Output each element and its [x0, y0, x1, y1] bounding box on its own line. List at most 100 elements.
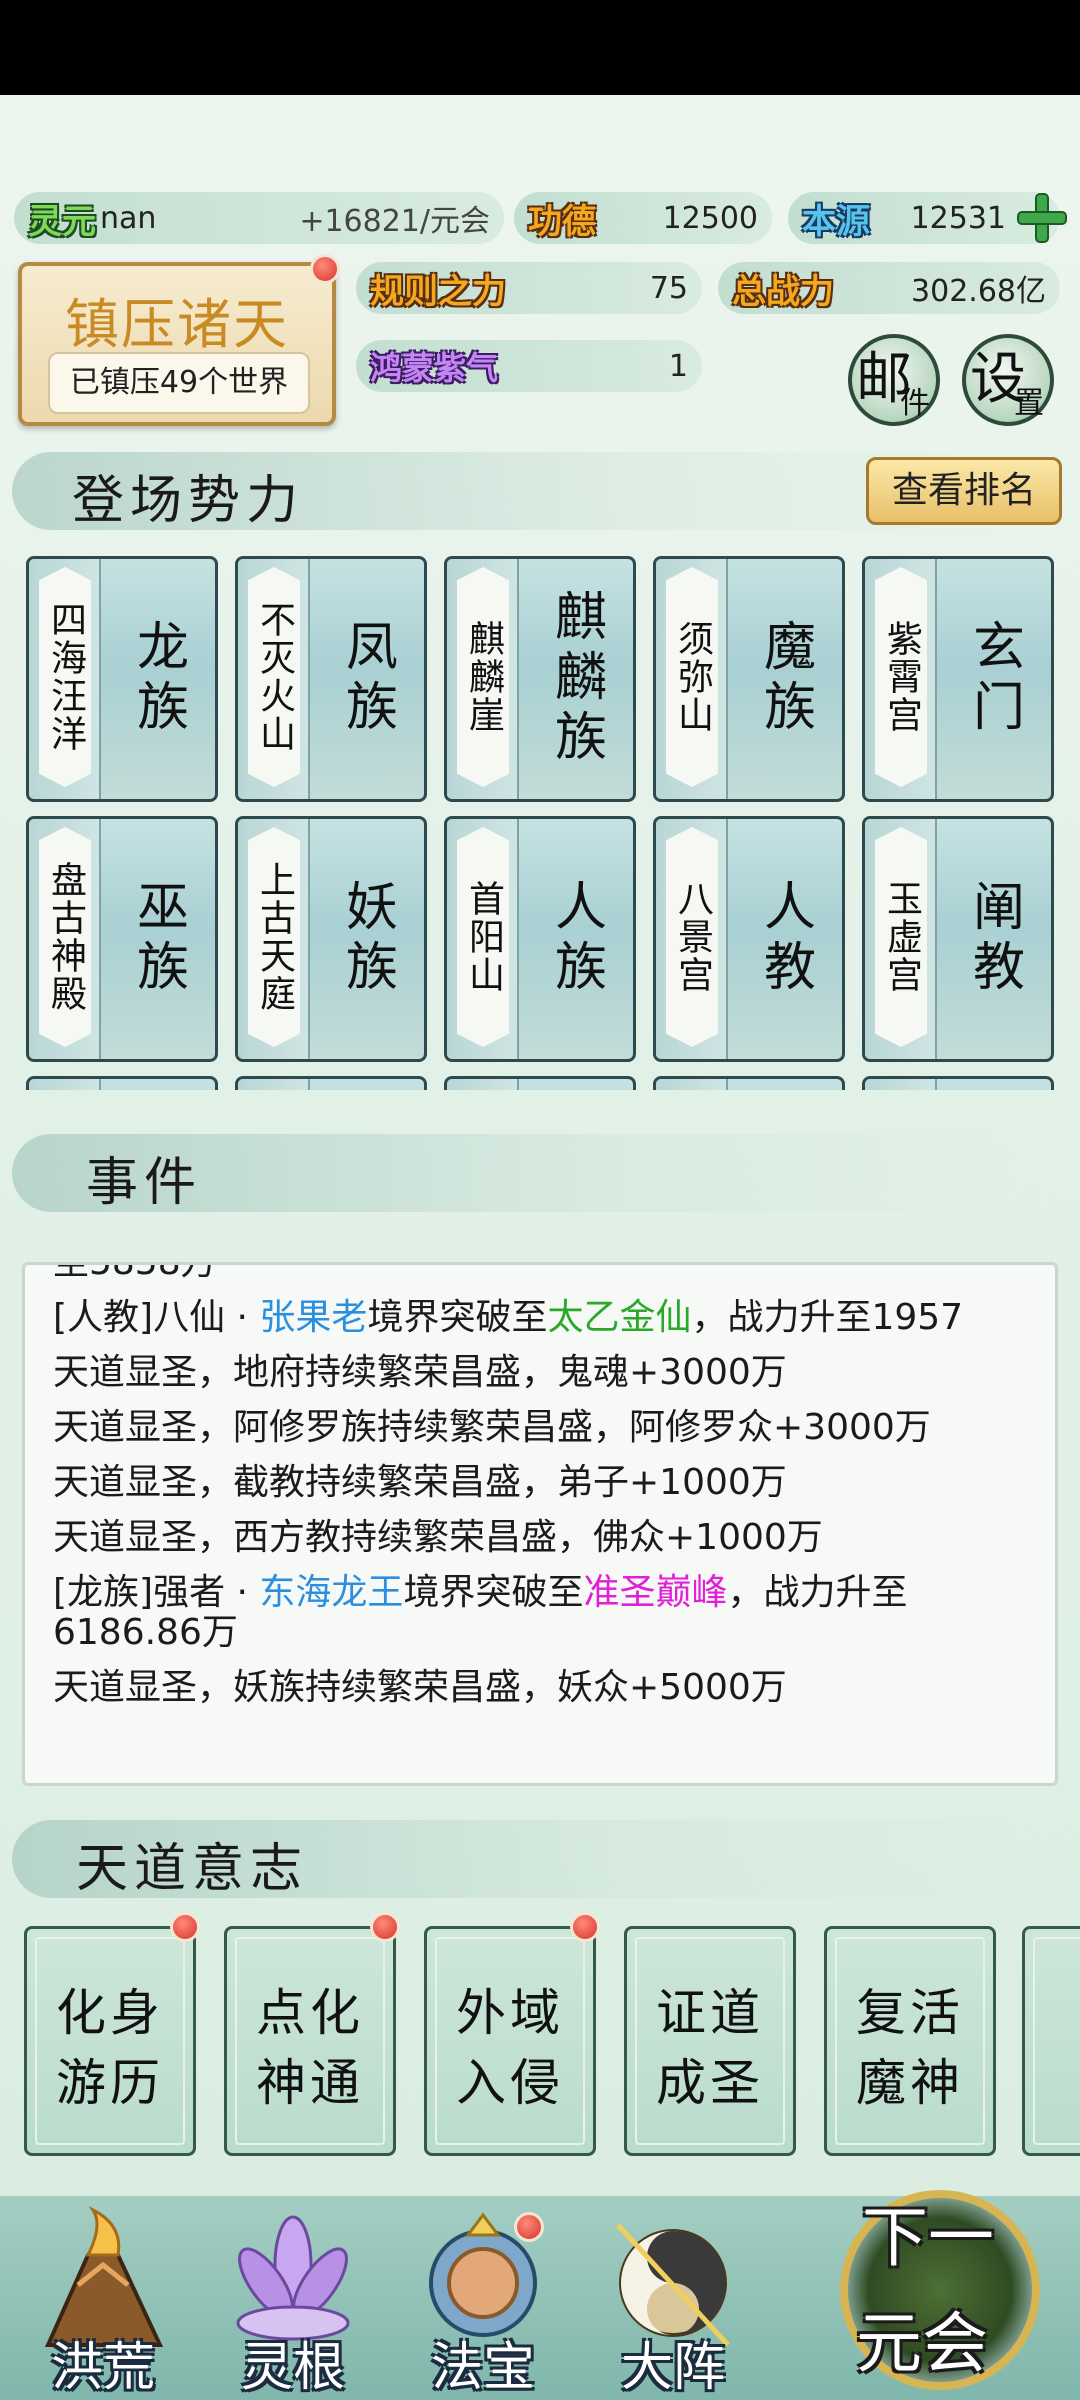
- faction-place: 须弥山: [672, 620, 713, 734]
- faction-name-area: 麒麟族: [519, 559, 633, 799]
- event-line: 天道显圣，西方教持续繁荣昌盛，佛众+1000万: [53, 1518, 1031, 1558]
- event-line: 至5858万: [53, 1265, 1031, 1283]
- faction-place: 首阳山: [463, 880, 504, 994]
- notification-badge: [570, 1912, 600, 1942]
- nav-label: 洪荒: [50, 2338, 155, 2398]
- will-card-label-bottom: 入侵: [456, 2054, 564, 2112]
- will-card[interactable]: 证道 成圣: [624, 1926, 796, 2156]
- notification-badge: [310, 254, 340, 284]
- faction-card-xuanmen[interactable]: 紫霄宫 玄门: [862, 556, 1054, 802]
- add-benyuan-button[interactable]: [1014, 190, 1070, 246]
- lingyuan-pill[interactable]: 灵元 nan +16821/元会: [14, 192, 504, 244]
- faction-name: 人族: [545, 879, 606, 999]
- character-name: 张果老: [259, 1297, 368, 1338]
- gongde-value: 12500: [662, 200, 758, 236]
- faction-name-area: 妖族: [310, 819, 424, 1059]
- factions-title: 登场势力: [72, 471, 305, 531]
- will-card[interactable]: 外域 入侵: [424, 1926, 596, 2156]
- faction-name-area: 玄门: [937, 559, 1051, 799]
- faction-place-tag: 不灭火山: [248, 567, 300, 787]
- guize-label: 规则之力: [370, 271, 506, 312]
- notification-badge: [170, 1912, 200, 1942]
- will-card-label-bottom: 游历: [56, 2054, 164, 2112]
- view-ranking-button[interactable]: 查看排名: [866, 457, 1062, 525]
- faction-card-partial[interactable]: [653, 1076, 845, 1090]
- faction-place: 玉虚宫: [881, 880, 922, 994]
- nav-linggen[interactable]: 灵根: [208, 2205, 378, 2400]
- faction-card-partial[interactable]: [26, 1076, 218, 1090]
- settings-label-small: 置: [1014, 386, 1044, 421]
- hongmeng-value: 1: [668, 348, 688, 384]
- faction-name-area: 魔族: [728, 559, 842, 799]
- faction-card-wuzu[interactable]: 盘古神殿 巫族: [26, 816, 218, 1062]
- faction-place-tag: 须弥山: [666, 567, 718, 787]
- nav-dazhen[interactable]: 大阵: [588, 2205, 758, 2400]
- events-log[interactable]: 至5858万 [人教]八仙 · 张果老境界突破至太乙金仙，战力升至1957 天道显圣…: [22, 1262, 1058, 1786]
- plus-icon: [1017, 193, 1067, 243]
- will-title: 天道意志: [76, 1839, 309, 1899]
- faction-place-tag: 紫霄宫: [875, 567, 927, 787]
- next-era-label-top: 下一: [862, 2199, 994, 2276]
- event-line: 天道显圣，妖族持续繁荣昌盛，妖众+5000万: [53, 1668, 1031, 1708]
- notification-badge: [514, 2212, 544, 2242]
- faction-place-tag: 玉虚宫: [875, 827, 927, 1047]
- faction-place-tag: 盘古神殿: [39, 827, 91, 1047]
- faction-card-qilinzu[interactable]: 麒麟崖 麒麟族: [444, 556, 636, 802]
- faction-name-area: 凤族: [310, 559, 424, 799]
- zhanli-value: 302.68亿: [911, 274, 1046, 309]
- faction-card-mozu[interactable]: 须弥山 魔族: [653, 556, 845, 802]
- will-card-label-top: 化身: [56, 1984, 164, 2042]
- faction-card-renjiao[interactable]: 八景宫 人教: [653, 816, 845, 1062]
- will-card-partial[interactable]: [1022, 1926, 1080, 2156]
- events-list: 至5858万 [人教]八仙 · 张果老境界突破至太乙金仙，战力升至1957 天道显圣…: [53, 1265, 1031, 1723]
- faction-name-area: 人教: [728, 819, 842, 1059]
- realm-name: 太乙金仙: [547, 1297, 692, 1338]
- will-card-label-top: 复活: [856, 1984, 964, 2042]
- hongmeng-pill[interactable]: 鸿蒙紫气 1: [356, 340, 702, 392]
- faction-name: 凤族: [336, 619, 397, 739]
- nav-fabao[interactable]: 法宝: [398, 2205, 568, 2400]
- nav-label: 灵根: [240, 2338, 345, 2398]
- next-era-label-bottom: 元会: [856, 2305, 988, 2382]
- nav-honghuang[interactable]: 洪荒: [18, 2205, 188, 2400]
- faction-card-yaozu[interactable]: 上古天庭 妖族: [235, 816, 427, 1062]
- faction-name-area: 龙族: [101, 559, 215, 799]
- will-card-label-top: 证道: [656, 1984, 764, 2042]
- event-line: 天道显圣，阿修罗族持续繁荣昌盛，阿修罗众+3000万: [53, 1408, 1031, 1448]
- character-name: 东海龙王: [259, 1572, 404, 1613]
- gongde-pill[interactable]: 功德 12500: [514, 192, 772, 244]
- guize-value: 75: [649, 270, 688, 306]
- faction-card-renzu[interactable]: 首阳山 人族: [444, 816, 636, 1062]
- event-text: 天道显圣，阿修罗族持续繁荣昌盛，阿修罗众+3000万: [53, 1407, 931, 1448]
- mail-button[interactable]: 邮 件: [848, 334, 940, 426]
- next-era-button[interactable]: 下一 元会: [830, 2180, 1070, 2400]
- guize-pill[interactable]: 规则之力 75: [356, 262, 702, 314]
- benyuan-value: 12531: [910, 200, 1006, 236]
- will-card[interactable]: 化身 游历: [24, 1926, 196, 2156]
- lingyuan-rate: +16821/元会: [299, 204, 490, 239]
- faction-name: 龙族: [127, 619, 188, 739]
- faction-card-partial[interactable]: [862, 1076, 1054, 1090]
- event-text: 天道显圣，妖族持续繁荣昌盛，妖众+5000万: [53, 1667, 787, 1708]
- will-card-label-top: 点化: [256, 1984, 364, 2042]
- will-card-label-bottom: 神通: [256, 2054, 364, 2112]
- faction-place: 四海汪洋: [45, 601, 86, 753]
- faction-place: 麒麟崖: [463, 620, 504, 734]
- faction-place: 八景宫: [672, 880, 713, 994]
- zhanli-pill[interactable]: 总战力 302.68亿: [718, 262, 1060, 314]
- faction-place: 不灭火山: [254, 601, 295, 753]
- faction-card-partial[interactable]: [444, 1076, 636, 1090]
- event-text: [龙族]强者 ·: [53, 1572, 260, 1613]
- faction-name-area: 人族: [519, 819, 633, 1059]
- zhanli-label: 总战力: [732, 271, 834, 312]
- faction-card-chanjiao[interactable]: 玉虚宫 阐教: [862, 816, 1054, 1062]
- will-card[interactable]: 复活 魔神: [824, 1926, 996, 2156]
- settings-button[interactable]: 设 置: [962, 334, 1054, 426]
- will-card[interactable]: 点化 神通: [224, 1926, 396, 2156]
- faction-card-fengzu[interactable]: 不灭火山 凤族: [235, 556, 427, 802]
- mail-label-small: 件: [900, 386, 930, 421]
- faction-card-partial[interactable]: [235, 1076, 427, 1090]
- suppress-worlds-card[interactable]: 镇压诸天 已镇压49个世界: [18, 262, 336, 426]
- faction-card-longzu[interactable]: 四海汪洋 龙族: [26, 556, 218, 802]
- event-line: 天道显圣，截教持续繁荣昌盛，弟子+1000万: [53, 1463, 1031, 1503]
